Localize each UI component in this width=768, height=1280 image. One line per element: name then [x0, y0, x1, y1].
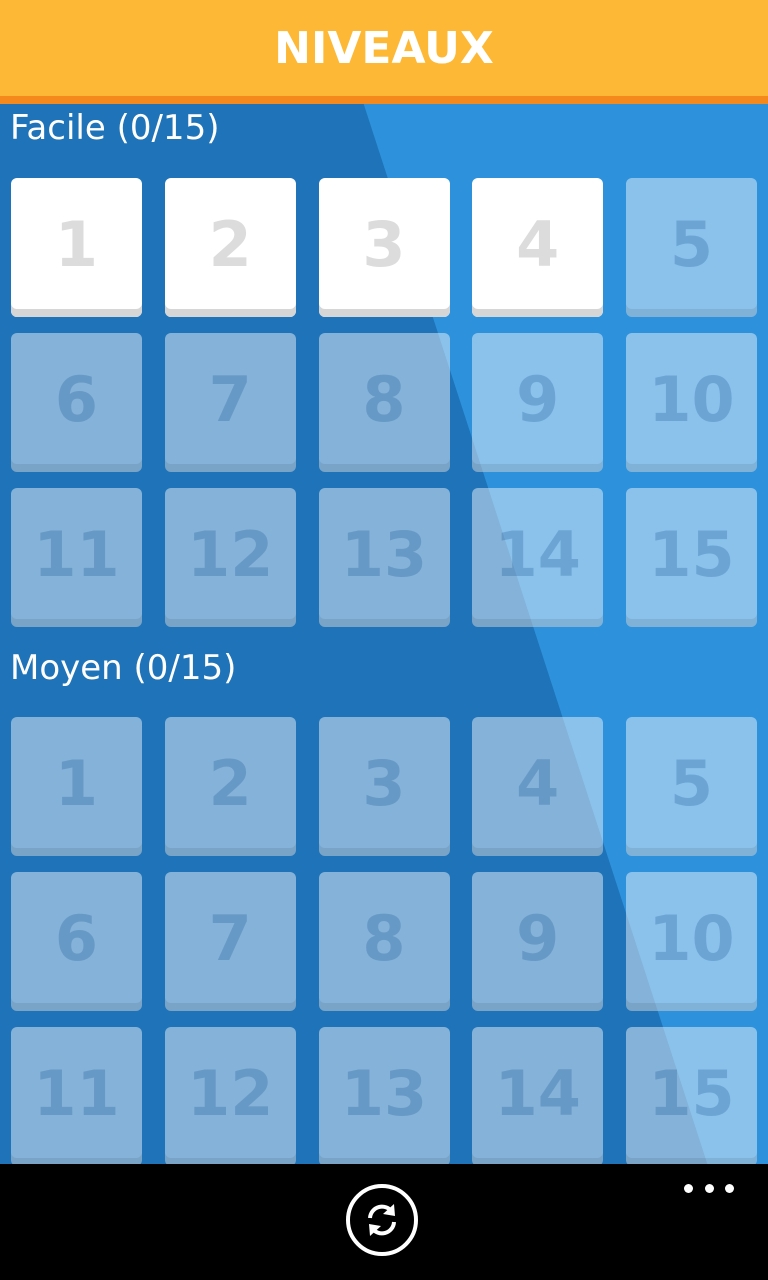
level-tile-facile-7: 7: [164, 333, 296, 472]
level-tile-facile-9: 9: [472, 333, 604, 472]
level-tile-moyen-11: 11: [11, 1027, 142, 1166]
level-tile-facile-8: 8: [318, 333, 450, 472]
level-tile-moyen-13: 13: [318, 1027, 450, 1166]
level-number: 2: [208, 208, 252, 281]
header-bar: NIVEAUX: [0, 0, 768, 104]
level-tile-facile-14: 14: [472, 488, 604, 627]
level-number: 13: [340, 1057, 428, 1130]
level-tile-moyen-4: 4: [472, 717, 604, 856]
level-tile-facile-3[interactable]: 3: [318, 178, 450, 317]
levels-screen: NIVEAUX Facile (0/15) 1 2 3 4 5 6 7 8 9 10 11 12 13 1…: [0, 0, 768, 1280]
page-title: NIVEAUX: [274, 22, 494, 74]
level-number: 10: [648, 363, 735, 436]
level-tile-moyen-10: 10: [626, 872, 757, 1011]
level-number: 4: [516, 747, 560, 820]
level-number: 5: [669, 208, 714, 281]
level-grid-moyen: 1 2 3 4 5 6 7 8 9 10 11 12 13 14 15: [11, 717, 757, 1166]
level-number: 15: [648, 518, 735, 591]
level-tile-facile-5: 5: [626, 178, 757, 317]
more-icon-dot: [725, 1183, 734, 1193]
level-tile-facile-13: 13: [318, 488, 450, 627]
more-icon-dot: [704, 1183, 714, 1193]
level-number: 6: [54, 902, 99, 975]
level-number: 8: [362, 902, 406, 975]
refresh-button[interactable]: [346, 1184, 418, 1256]
level-tile-moyen-1: 1: [11, 717, 142, 856]
level-number: 14: [494, 1057, 581, 1130]
level-number: 2: [208, 747, 252, 820]
level-number: 10: [648, 902, 735, 975]
level-tile-facile-10: 10: [626, 333, 757, 472]
level-tile-facile-4[interactable]: 4: [472, 178, 604, 317]
level-number: 5: [669, 747, 714, 820]
level-number: 15: [648, 1057, 735, 1130]
more-options-button[interactable]: [684, 1178, 734, 1198]
level-number: 14: [494, 518, 581, 591]
app-bar: [0, 1164, 768, 1280]
level-tile-facile-6: 6: [11, 333, 142, 472]
section-title-moyen: Moyen (0/15): [10, 648, 237, 688]
level-tile-moyen-15: 15: [626, 1027, 757, 1166]
level-number: 12: [187, 518, 274, 591]
level-number: 6: [54, 363, 99, 436]
level-tile-moyen-8: 8: [318, 872, 450, 1011]
section-title-facile: Facile (0/15): [10, 108, 220, 148]
more-icon-dot: [684, 1183, 693, 1193]
level-number: 9: [516, 902, 560, 975]
level-tile-facile-11: 11: [11, 488, 142, 627]
level-tile-moyen-12: 12: [164, 1027, 296, 1166]
level-tile-moyen-3: 3: [318, 717, 450, 856]
level-tile-facile-2[interactable]: 2: [164, 178, 296, 317]
level-tile-moyen-14: 14: [472, 1027, 604, 1166]
level-tile-moyen-9: 9: [472, 872, 604, 1011]
refresh-icon: [368, 1204, 396, 1236]
level-number: 13: [340, 518, 428, 591]
level-grid-facile: 1 2 3 4 5 6 7 8 9 10 11 12 13 14 15: [11, 178, 757, 627]
level-tile-facile-1[interactable]: 1: [11, 178, 142, 317]
level-tile-moyen-2: 2: [164, 717, 296, 856]
level-number: 1: [54, 747, 99, 820]
level-number: 7: [208, 902, 252, 975]
level-number: 7: [208, 363, 252, 436]
level-tile-moyen-6: 6: [11, 872, 142, 1011]
level-number: 12: [187, 1057, 274, 1130]
level-number: 9: [516, 363, 560, 436]
level-tile-facile-12: 12: [164, 488, 296, 627]
level-number: 8: [362, 363, 406, 436]
level-number: 3: [362, 747, 406, 820]
level-tile-facile-15: 15: [626, 488, 757, 627]
level-number: 11: [33, 518, 120, 591]
level-number: 11: [33, 1057, 120, 1130]
level-number: 1: [54, 208, 99, 281]
level-tile-moyen-7: 7: [164, 872, 296, 1011]
level-number: 4: [516, 208, 560, 281]
level-tile-moyen-5: 5: [626, 717, 757, 856]
level-number: 3: [362, 208, 406, 281]
